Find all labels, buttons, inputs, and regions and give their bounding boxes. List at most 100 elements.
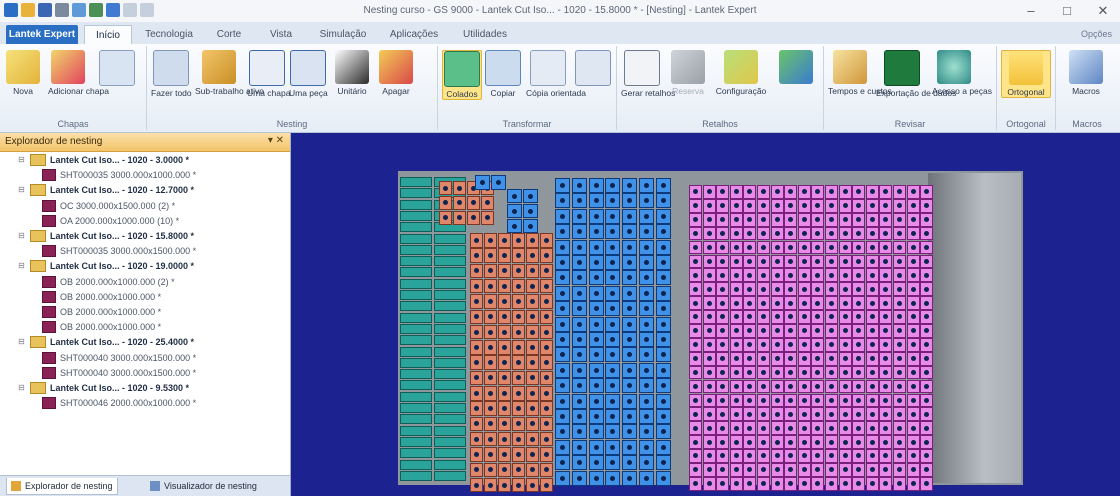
nested-part[interactable]	[434, 312, 466, 323]
configuration-button[interactable]: Configuração	[713, 50, 769, 96]
nested-part[interactable]	[689, 421, 702, 436]
nested-part[interactable]	[865, 463, 879, 477]
nested-part[interactable]	[540, 248, 553, 263]
nested-part[interactable]	[920, 240, 934, 255]
nested-part[interactable]	[716, 212, 730, 227]
nested-part[interactable]	[825, 268, 838, 283]
nested-part[interactable]	[484, 340, 497, 355]
nested-part[interactable]	[622, 409, 638, 424]
nested-part[interactable]	[526, 278, 539, 294]
nested-part[interactable]	[784, 407, 798, 422]
delete-button[interactable]: Apagar	[377, 50, 415, 96]
nested-part[interactable]	[838, 379, 852, 394]
nested-part[interactable]	[588, 239, 604, 255]
nested-part[interactable]	[825, 351, 838, 366]
nested-part[interactable]	[622, 193, 638, 209]
nested-part[interactable]	[757, 185, 770, 199]
nested-part[interactable]	[743, 407, 757, 422]
nested-part[interactable]	[906, 337, 920, 352]
nested-part[interactable]	[622, 362, 638, 378]
nested-part[interactable]	[689, 254, 702, 269]
nested-part[interactable]	[512, 263, 525, 279]
nested-part[interactable]	[716, 337, 730, 352]
nested-part[interactable]	[605, 224, 621, 240]
nested-part[interactable]	[639, 301, 654, 317]
nested-part[interactable]	[838, 407, 852, 422]
nested-part[interactable]	[498, 355, 511, 370]
nested-part[interactable]	[825, 185, 838, 199]
nested-part[interactable]	[770, 407, 784, 422]
nested-part[interactable]	[729, 379, 743, 394]
nested-part[interactable]	[716, 379, 730, 394]
nested-part[interactable]	[879, 198, 893, 213]
nested-part[interactable]	[906, 407, 920, 422]
nested-part[interactable]	[743, 254, 757, 269]
nested-part[interactable]	[716, 476, 730, 491]
nested-part[interactable]	[838, 449, 852, 463]
nested-part[interactable]	[605, 362, 621, 378]
nested-part[interactable]	[622, 178, 638, 193]
nested-part[interactable]	[757, 254, 770, 269]
nested-part[interactable]	[639, 455, 654, 471]
nested-part[interactable]	[811, 337, 825, 352]
nested-part[interactable]	[605, 393, 621, 409]
nested-part[interactable]	[743, 476, 757, 491]
nested-part[interactable]	[757, 268, 770, 283]
nested-part[interactable]	[605, 439, 621, 455]
nested-part[interactable]	[784, 310, 798, 324]
nested-part[interactable]	[622, 439, 638, 455]
nested-part[interactable]	[400, 222, 432, 233]
nested-part[interactable]	[852, 463, 866, 477]
nested-part[interactable]	[865, 198, 879, 213]
nested-part[interactable]	[639, 270, 654, 286]
nested-part[interactable]	[893, 254, 906, 269]
nested-part[interactable]	[491, 175, 506, 190]
nested-part[interactable]	[865, 421, 879, 436]
nested-part[interactable]	[757, 212, 770, 227]
nested-part[interactable]	[655, 255, 671, 270]
nested-part[interactable]	[797, 324, 811, 338]
glued-button[interactable]: Colados	[442, 50, 482, 100]
nested-part[interactable]	[784, 185, 798, 199]
nested-part[interactable]	[879, 185, 893, 199]
nested-part[interactable]	[784, 226, 798, 241]
nested-part[interactable]	[639, 285, 654, 301]
nested-part[interactable]	[838, 324, 852, 338]
nested-part[interactable]	[498, 477, 511, 493]
tree-expander-icon[interactable]: ⊟	[18, 183, 28, 197]
nested-part[interactable]	[605, 270, 621, 286]
nested-part[interactable]	[526, 355, 539, 370]
nested-part[interactable]	[540, 263, 553, 279]
nested-part[interactable]	[825, 449, 838, 463]
nested-part[interactable]	[555, 378, 570, 394]
nested-part[interactable]	[920, 282, 934, 297]
nested-part[interactable]	[797, 365, 811, 380]
nested-part[interactable]	[852, 379, 866, 394]
nested-part[interactable]	[512, 355, 525, 370]
nested-part[interactable]	[484, 386, 497, 401]
nested-part[interactable]	[498, 263, 511, 279]
nested-part[interactable]	[507, 189, 522, 203]
do-all-button[interactable]: Fazer todo	[151, 50, 192, 98]
nested-part[interactable]	[906, 282, 920, 297]
nested-part[interactable]	[555, 239, 570, 255]
nested-part[interactable]	[605, 239, 621, 255]
nested-part[interactable]	[716, 435, 730, 449]
nested-part[interactable]	[743, 226, 757, 241]
nested-part[interactable]	[498, 447, 511, 462]
nested-part[interactable]	[400, 323, 432, 334]
nested-part[interactable]	[689, 324, 702, 338]
nested-part[interactable]	[434, 290, 466, 300]
nested-part[interactable]	[838, 254, 852, 269]
nested-part[interactable]	[757, 324, 770, 338]
nested-part[interactable]	[770, 379, 784, 394]
nested-part[interactable]	[689, 379, 702, 394]
tab-corte[interactable]: Corte	[210, 25, 248, 44]
nested-part[interactable]	[716, 463, 730, 477]
one-sheet-button[interactable]: Uma chapa	[247, 50, 290, 98]
nested-part[interactable]	[400, 436, 432, 447]
nested-part[interactable]	[655, 332, 671, 347]
nested-part[interactable]	[434, 357, 466, 368]
nested-part[interactable]	[526, 386, 539, 401]
nested-part[interactable]	[893, 185, 906, 199]
